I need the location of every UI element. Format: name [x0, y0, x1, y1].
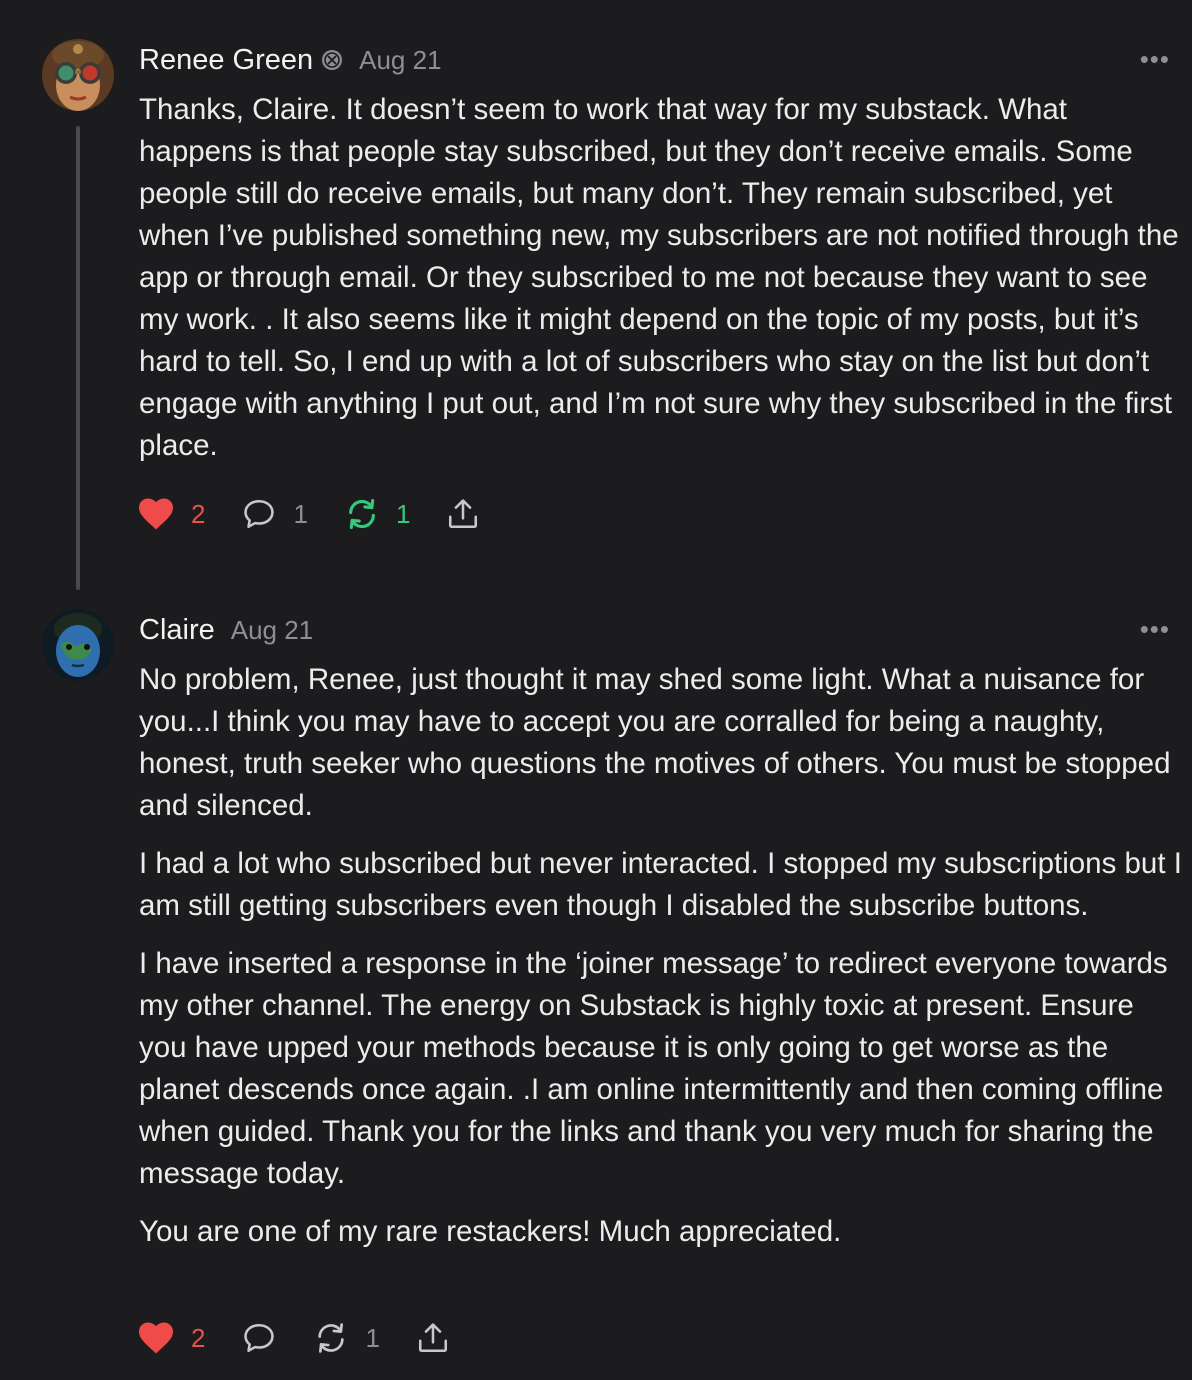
reply-button[interactable]: 1 [241, 497, 308, 531]
reply-button[interactable] [241, 1321, 277, 1355]
comment-paragraph: Thanks, Claire. It doesn’t seem to work … [139, 93, 1179, 462]
thread-line [76, 126, 80, 590]
comment-paragraph: No problem, Renee, just thought it may s… [139, 663, 1171, 822]
share-icon [418, 1323, 447, 1353]
comment-paragraph: I have inserted a response in the ‘joine… [139, 947, 1168, 1190]
comment-paragraph: I had a lot who subscribed but never int… [139, 847, 1182, 922]
more-options-icon[interactable]: ••• [1140, 614, 1170, 645]
like-count: 2 [191, 498, 206, 529]
reply-count: 1 [293, 498, 308, 529]
comment-paragraph: You are one of my rare restackers! Much … [139, 1215, 842, 1248]
avatar[interactable] [42, 39, 114, 111]
avatar[interactable] [42, 609, 114, 681]
comment-date[interactable]: Aug 21 [359, 45, 441, 76]
comment-date[interactable]: Aug 21 [231, 615, 313, 646]
author-name[interactable]: Claire [139, 614, 215, 647]
share-button[interactable] [416, 1321, 450, 1355]
comment-actions: 2 1 1 [137, 494, 516, 534]
comment-header: Claire Aug 21 [139, 610, 313, 650]
share-button[interactable] [446, 497, 480, 531]
restack-count: 1 [365, 1322, 380, 1353]
author-name[interactable]: Renee Green [139, 44, 313, 77]
restack-icon [349, 498, 375, 530]
founding-badge-icon [321, 49, 343, 71]
comment-header: Renee Green Aug 21 [139, 40, 442, 80]
restack-icon [318, 1323, 345, 1353]
restack-button[interactable]: 1 [344, 497, 410, 531]
speech-bubble-icon [244, 499, 275, 529]
avatar-blue-face-image [42, 609, 114, 681]
restack-button[interactable]: 1 [313, 1321, 380, 1355]
heart-icon [139, 498, 173, 530]
heart-icon [139, 1322, 173, 1354]
speech-bubble-icon [244, 1323, 275, 1353]
share-icon [449, 499, 478, 529]
like-button[interactable]: 2 [137, 497, 205, 531]
like-button[interactable]: 2 [137, 1321, 205, 1355]
avatar-steampunk-goggles-image [42, 39, 114, 111]
comment-body: No problem, Renee, just thought it may s… [139, 659, 1184, 1253]
comment-body: Thanks, Claire. It doesn’t seem to work … [139, 89, 1184, 467]
comment-actions: 2 1 [137, 1318, 486, 1358]
restack-count: 1 [395, 498, 411, 529]
like-count: 2 [191, 1322, 206, 1353]
more-options-icon[interactable]: ••• [1140, 44, 1170, 75]
